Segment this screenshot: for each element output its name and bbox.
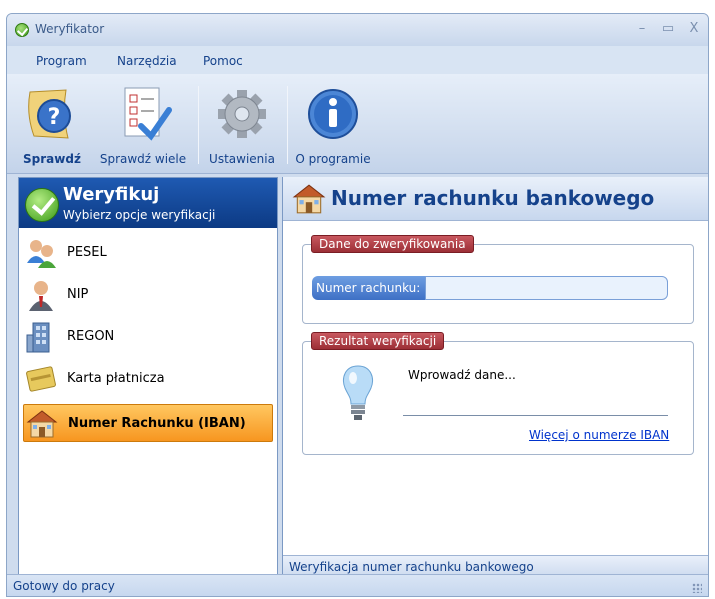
verify-subtitle: Wybierz opcje weryfikacji bbox=[63, 208, 216, 222]
ribbon-separator bbox=[198, 86, 199, 164]
option-label: PESEL bbox=[67, 245, 107, 260]
option-label: Numer Rachunku (IBAN) bbox=[68, 416, 246, 431]
group-title: Rezultat weryfikacji bbox=[311, 332, 445, 350]
option-label: NIP bbox=[67, 287, 89, 302]
option-bank-account[interactable]: Numer Rachunku (IBAN) bbox=[23, 404, 273, 442]
settings-label: Ustawienia bbox=[209, 152, 275, 166]
option-label: Karta płatnicza bbox=[67, 371, 165, 386]
group-title: Dane do zweryfikowania bbox=[311, 235, 474, 253]
bank-house-icon bbox=[26, 410, 58, 438]
option-label: REGON bbox=[67, 329, 115, 344]
menu-bar: Program Narzędzia Pomoc bbox=[7, 46, 708, 74]
settings-button[interactable]: Ustawienia bbox=[203, 78, 281, 170]
question-scroll-icon: ? bbox=[28, 89, 71, 139]
iban-info-link[interactable]: Więcej o numerze IBAN bbox=[529, 428, 669, 442]
verify-check-icon bbox=[25, 188, 59, 222]
payment-card-icon bbox=[26, 366, 56, 392]
app-check-icon bbox=[15, 23, 29, 37]
about-button[interactable]: O programie bbox=[290, 78, 376, 170]
gear-icon bbox=[218, 90, 266, 138]
result-divider bbox=[403, 415, 668, 416]
bank-account-panel: Numer rachunku bankowego Dane do zweryfi… bbox=[282, 177, 708, 579]
verify-header: Weryfikuj Wybierz opcje weryfikacji bbox=[19, 178, 277, 228]
bank-house-icon bbox=[292, 184, 326, 214]
status-text: Gotowy do pracy bbox=[13, 579, 115, 593]
people-icon bbox=[27, 240, 56, 268]
verification-result-group: Rezultat weryfikacji Wprowadź dane... Wi… bbox=[302, 332, 694, 455]
verify-title: Weryfikuj bbox=[63, 184, 160, 205]
result-text: Wprowadź dane... bbox=[408, 368, 516, 382]
app-window: Weryfikator – ▭ X Program Narzędzia Pomo… bbox=[6, 13, 709, 597]
verify-options-panel: Weryfikuj Wybierz opcje weryfikacji PESE… bbox=[18, 177, 278, 579]
option-nip[interactable]: NIP bbox=[23, 276, 273, 314]
menu-help[interactable]: Pomoc bbox=[203, 54, 243, 68]
check-many-button[interactable]: Sprawdź wiele bbox=[93, 78, 193, 170]
data-to-verify-group: Dane do zweryfikowania Numer rachunku: bbox=[302, 235, 694, 324]
window-title: Weryfikator bbox=[35, 22, 105, 36]
panel-header: Numer rachunku bankowego bbox=[283, 177, 708, 221]
building-icon bbox=[26, 322, 50, 353]
panel-title: Numer rachunku bankowego bbox=[331, 186, 655, 210]
check-button[interactable]: ? Sprawdź bbox=[15, 78, 89, 170]
ribbon-separator bbox=[287, 86, 288, 164]
check-label: Sprawdź bbox=[23, 152, 81, 166]
resize-grip[interactable] bbox=[692, 583, 702, 593]
account-number-label: Numer rachunku: bbox=[312, 276, 425, 300]
checklist-icon bbox=[124, 87, 172, 141]
menu-program[interactable]: Program bbox=[36, 54, 87, 68]
ribbon-toolbar: ? Sprawdź Sprawdź wiele Ustawienia O pro… bbox=[7, 74, 708, 174]
maximize-button[interactable]: ▭ bbox=[659, 20, 677, 38]
minimize-button[interactable]: – bbox=[633, 20, 651, 38]
option-payment-card[interactable]: Karta płatnicza bbox=[23, 360, 273, 398]
lightbulb-icon bbox=[343, 365, 373, 420]
menu-tools[interactable]: Narzędzia bbox=[117, 54, 177, 68]
option-regon[interactable]: REGON bbox=[23, 318, 273, 356]
close-button[interactable]: X bbox=[685, 20, 703, 38]
title-bar[interactable]: Weryfikator – ▭ X bbox=[7, 14, 708, 46]
status-bar: Gotowy do pracy bbox=[7, 574, 708, 596]
account-number-input[interactable] bbox=[425, 276, 668, 300]
svg-text:?: ? bbox=[48, 105, 61, 130]
check-many-label: Sprawdź wiele bbox=[99, 152, 187, 166]
about-label: O programie bbox=[295, 152, 371, 166]
option-pesel[interactable]: PESEL bbox=[23, 234, 273, 272]
businessman-icon bbox=[29, 281, 53, 311]
info-icon bbox=[308, 89, 358, 139]
